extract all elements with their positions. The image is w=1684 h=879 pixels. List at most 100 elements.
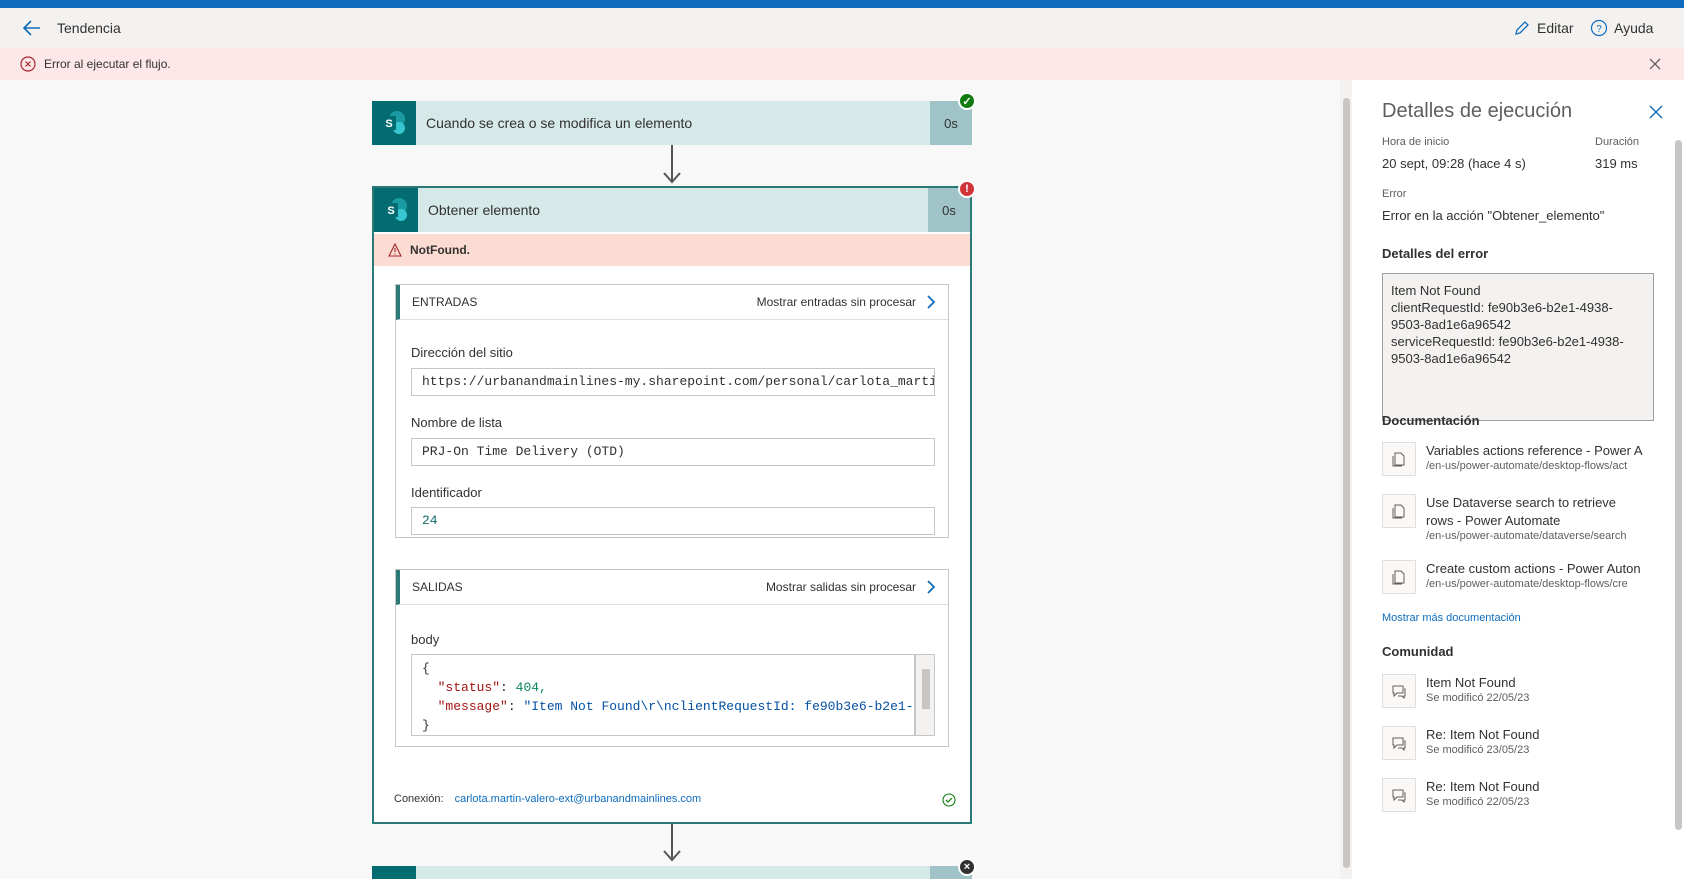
site-address-value: https://urbanandmainlines-my.sharepoint.…	[411, 368, 935, 396]
canvas-scrollbar[interactable]	[1340, 80, 1352, 879]
inputs-header: ENTRADAS Mostrar entradas sin procesar	[396, 285, 948, 320]
community-date: Se modificó 22/05/23	[1426, 692, 1530, 704]
panel-scrollbar[interactable]	[1672, 130, 1684, 879]
cancelled-badge-icon: ×	[958, 858, 976, 876]
document-icon	[1382, 560, 1416, 594]
chevron-right-icon[interactable]	[926, 580, 936, 594]
documentation-heading: Documentación	[1382, 413, 1480, 428]
action-card: S Obtener elemento 0s NotFound. ENTRADAS…	[372, 186, 972, 824]
warning-icon	[388, 243, 402, 257]
chevron-right-icon[interactable]	[926, 295, 936, 309]
header: Tendencia Editar ? Ayuda	[0, 8, 1684, 48]
document-icon	[1382, 494, 1416, 528]
dismiss-icon[interactable]	[1648, 57, 1662, 71]
top-accent-bar	[0, 0, 1684, 8]
community-item[interactable]: Re: Item Not Found Se modificó 23/05/23	[1382, 726, 1672, 760]
community-item[interactable]: Item Not Found Se modificó 22/05/23	[1382, 674, 1672, 708]
start-time-label: Hora de inicio	[1382, 136, 1450, 148]
outputs-header: SALIDAS Mostrar salidas sin procesar	[396, 570, 948, 605]
svg-text:S: S	[387, 205, 394, 217]
list-name-label: Nombre de lista	[411, 415, 503, 430]
community-item[interactable]: Re: Item Not Found Se modificó 22/05/23	[1382, 778, 1672, 812]
show-raw-inputs-link[interactable]: Mostrar entradas sin procesar	[757, 295, 916, 309]
doc-title: Variables actions reference - Power A	[1426, 443, 1643, 458]
doc-item[interactable]: Create custom actions - Power Auton/en-u…	[1382, 560, 1672, 594]
doc-item[interactable]: Use Dataverse search to retrieve rows - P…	[1382, 494, 1672, 542]
community-heading: Comunidad	[1382, 644, 1454, 659]
run-details-panel: Detalles de ejecución Hora de inicio 20 …	[1352, 80, 1684, 879]
outputs-title: SALIDAS	[412, 580, 463, 594]
code-line: "message": "Item Not Found\r\nclientRequ…	[437, 699, 915, 714]
doc-title-line2: rows - Power Automate	[1426, 513, 1561, 528]
connector-arrow-icon	[663, 172, 681, 184]
body-code-box[interactable]: { "status": 404, "message": "Item Not Fo…	[411, 654, 915, 736]
panel-title: Detalles de ejecución	[1382, 100, 1573, 122]
community-title: Item Not Found	[1426, 675, 1516, 690]
trigger-title: Cuando se crea o se modifica un elemento	[426, 115, 693, 131]
error-message: Error al ejecutar el flujo.	[44, 57, 171, 71]
pencil-icon	[1515, 21, 1529, 35]
next-card[interactable]	[372, 866, 972, 879]
svg-text:?: ?	[1596, 24, 1602, 35]
chat-icon	[1382, 726, 1416, 760]
identifier-value: 24	[411, 507, 935, 535]
sharepoint-icon	[372, 866, 416, 879]
close-panel-icon[interactable]	[1648, 104, 1664, 120]
action-title: Obtener elemento	[428, 202, 541, 218]
connection-info: Conexión: carlota.martin-valero-ext@urba…	[394, 793, 701, 805]
error-circle-icon	[20, 56, 36, 72]
error-details-textarea[interactable]: Item Not Found clientRequestId: fe90b3e6…	[1382, 273, 1654, 421]
code-line: }	[422, 718, 430, 733]
connector-arrow-icon	[663, 850, 681, 862]
error-badge-icon: !	[958, 180, 976, 198]
error-value: Error en la acción "Obtener_elemento"	[1382, 208, 1605, 223]
edit-label: Editar	[1537, 20, 1574, 36]
error-code: NotFound.	[410, 243, 470, 257]
identifier-label: Identificador	[411, 485, 482, 500]
doc-path: /en-us/power-automate/desktop-flows/act	[1426, 460, 1628, 472]
show-raw-outputs-link[interactable]: Mostrar salidas sin procesar	[766, 580, 916, 594]
sharepoint-icon: S	[374, 188, 418, 232]
edit-button[interactable]: Editar	[1513, 17, 1574, 39]
error-code-banner: NotFound.	[374, 234, 970, 266]
inputs-section: ENTRADAS Mostrar entradas sin procesar D…	[395, 284, 949, 538]
flow-canvas: S Cuando se crea o se modifica un elemen…	[0, 80, 1352, 879]
site-address-label: Dirección del sitio	[411, 345, 513, 360]
connection-ok-icon	[942, 793, 956, 807]
outputs-section: SALIDAS Mostrar salidas sin procesar bod…	[395, 569, 949, 747]
sharepoint-icon: S	[372, 101, 416, 145]
chat-icon	[1382, 778, 1416, 812]
document-icon	[1382, 442, 1416, 476]
duration-label: Duración	[1595, 136, 1640, 148]
doc-path: /en-us/power-automate/desktop-flows/cre	[1426, 578, 1628, 590]
doc-path: /en-us/power-automate/dataverse/search	[1426, 530, 1627, 542]
connection-link[interactable]: carlota.martin-valero-ext@urbanandmainli…	[455, 793, 702, 805]
community-title: Re: Item Not Found	[1426, 779, 1540, 794]
doc-item[interactable]: Variables actions reference - Power A/en…	[1382, 442, 1672, 476]
page-title: Tendencia	[57, 20, 121, 36]
back-arrow-icon[interactable]	[20, 16, 44, 40]
doc-title: Use Dataverse search to retrieve	[1426, 495, 1617, 510]
chat-icon	[1382, 674, 1416, 708]
code-scrollbar[interactable]	[915, 654, 935, 736]
error-details-heading: Detalles del error	[1382, 246, 1489, 261]
list-name-value: PRJ-On Time Delivery (OTD)	[411, 438, 935, 466]
code-line: "status": 404,	[437, 680, 547, 695]
body-label: body	[411, 632, 440, 647]
error-message-bar: Error al ejecutar el flujo.	[0, 48, 1684, 80]
start-time-value: 20 sept, 09:28 (hace 4 s)	[1382, 156, 1526, 171]
community-title: Re: Item Not Found	[1426, 727, 1540, 742]
code-line: {	[422, 661, 430, 676]
help-label: Ayuda	[1614, 20, 1654, 36]
error-label: Error	[1382, 188, 1407, 200]
doc-title: Create custom actions - Power Auton	[1426, 561, 1641, 576]
trigger-card[interactable]: S Cuando se crea o se modifica un elemen…	[372, 101, 972, 145]
community-date: Se modificó 22/05/23	[1426, 796, 1530, 808]
duration-value: 319 ms	[1595, 156, 1638, 171]
svg-text:S: S	[385, 118, 392, 130]
more-docs-link[interactable]: Mostrar más documentación	[1382, 612, 1521, 624]
action-card-header[interactable]: S Obtener elemento 0s	[374, 188, 970, 232]
help-button[interactable]: ? Ayuda	[1590, 17, 1653, 39]
inputs-title: ENTRADAS	[412, 295, 478, 309]
community-date: Se modificó 23/05/23	[1426, 744, 1530, 756]
